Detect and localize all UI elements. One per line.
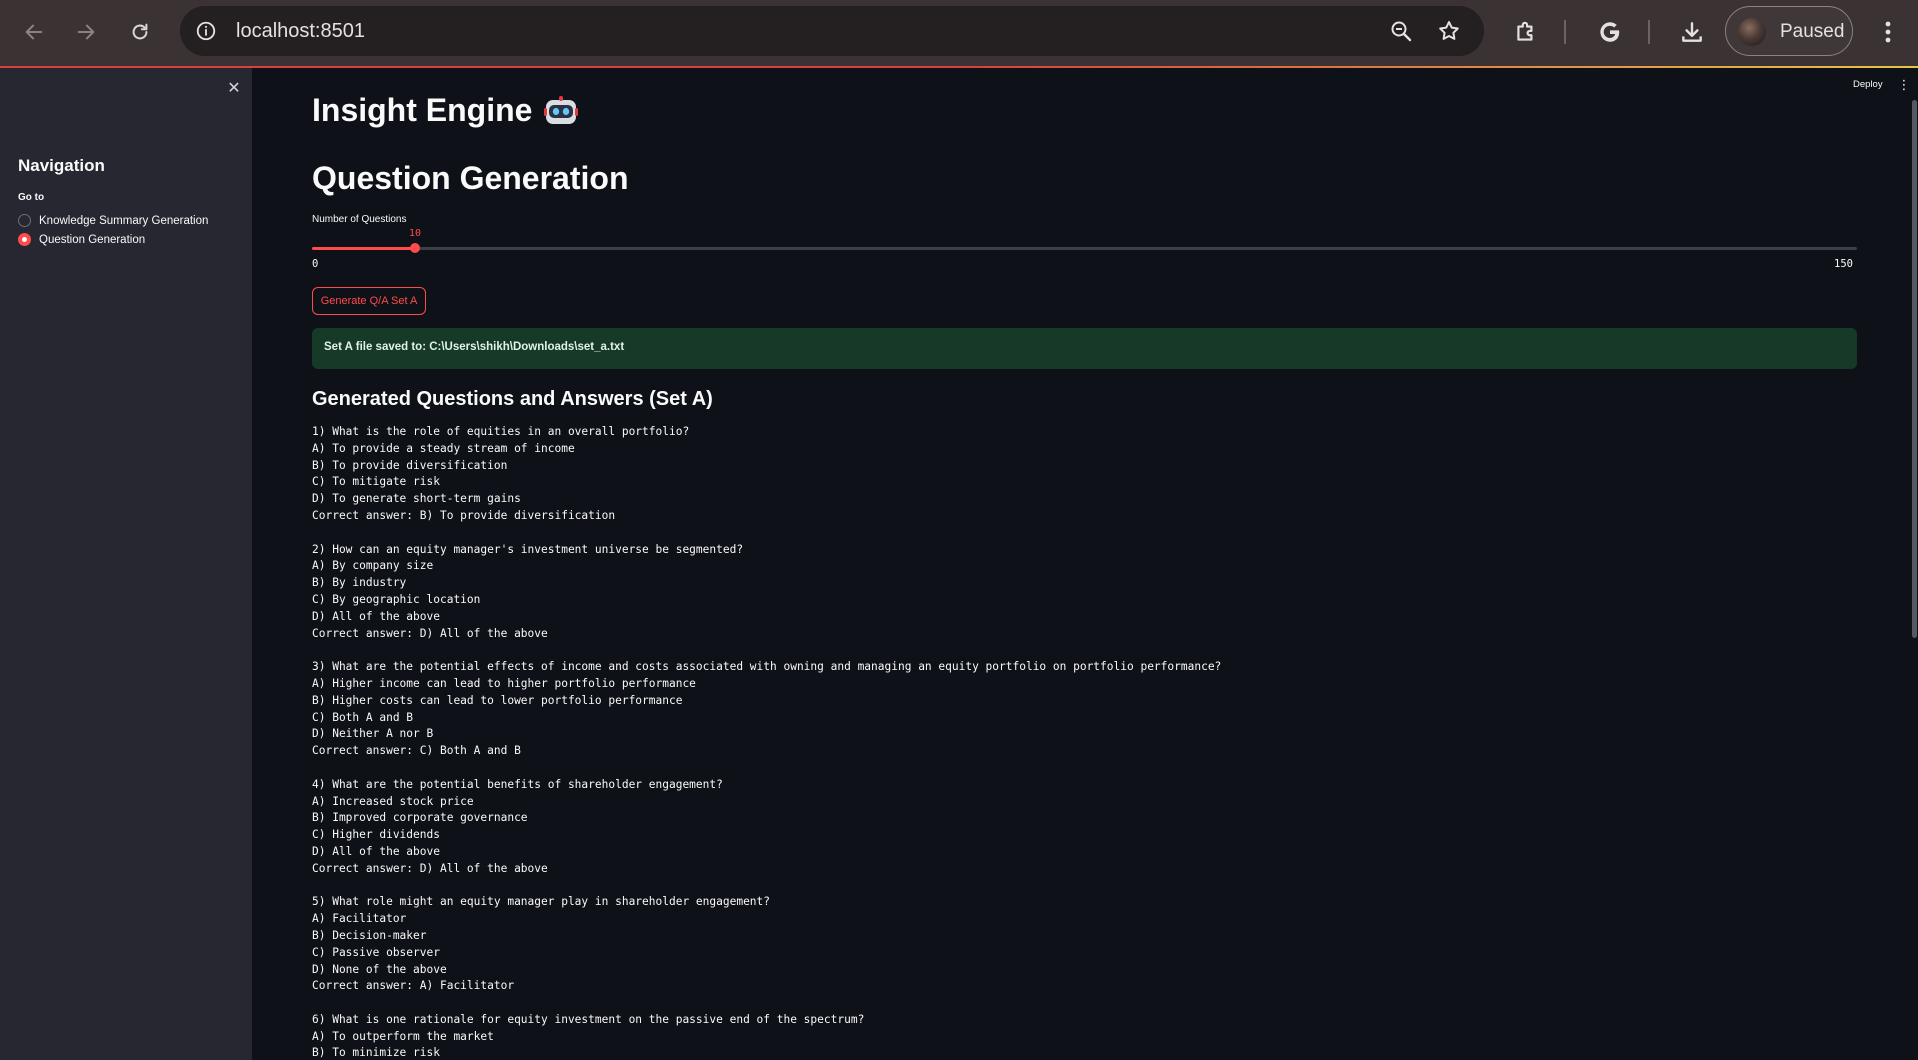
results-heading: Generated Questions and Answers (Set A) [312,388,713,410]
answer-option: A) To outperform the market [312,1029,494,1043]
url-text[interactable]: localhost:8501 [236,20,365,43]
answer-option: A) To provide a steady stream of income [312,441,575,455]
answer-option: A) Higher income can lead to higher port… [312,676,696,690]
loading-accent-bar [0,66,1918,68]
back-arrow-icon[interactable] [14,12,54,52]
forward-arrow-icon[interactable] [66,12,106,52]
radio-option-question-generation[interactable]: Question Generation [18,233,145,246]
slider-label: Number of Questions [312,214,407,225]
success-alert: Set A file saved to: C:\Users\shikh\Down… [312,328,1857,369]
address-bar[interactable]: localhost:8501 [180,6,1484,56]
answer-option: C) By geographic location [312,592,481,606]
answer-option: B) Higher costs can lead to lower portfo… [312,693,683,707]
avatar [1738,18,1766,46]
answer-option: C) Both A and B [312,710,414,724]
answer-option: D) To generate short-term gains [312,492,521,506]
page-title: Question Generation [312,160,629,196]
radio-option-label: Question Generation [39,233,146,246]
answer-option: A) By company size [312,559,434,573]
qa-item: 5) What role might an equity manager pla… [312,894,1872,995]
answer-option: C) Higher dividends [312,828,440,842]
profile-status: Paused [1780,21,1845,42]
correct-answer: Correct answer: D) All of the above [312,861,548,875]
zoom-icon[interactable] [1388,18,1414,44]
answer-option: C) Passive observer [312,945,440,959]
qa-output: 1) What is the role of equities in an ov… [312,424,1872,1060]
radio-option-label: Knowledge Summary Generation [39,214,209,227]
answer-option: D) None of the above [312,962,447,976]
question-text: 4) What are the potential benefits of sh… [312,777,723,791]
close-sidebar-icon[interactable]: ✕ [224,78,244,98]
radio-button-icon[interactable] [18,214,31,227]
qa-item: 1) What is the role of equities in an ov… [312,424,1872,525]
deploy-button[interactable]: Deploy [1853,79,1883,90]
generate-qa-set-a-button[interactable]: Generate Q/A Set A [312,287,426,315]
site-info-icon[interactable] [194,19,218,43]
bookmark-star-icon[interactable] [1436,18,1462,44]
radio-group-label: Go to [18,192,45,203]
qa-item: 3) What are the potential effects of inc… [312,659,1872,760]
slider-fill [312,247,415,250]
radio-option-knowledge-summary[interactable]: Knowledge Summary Generation [18,214,208,227]
answer-option: B) To minimize risk [312,1046,440,1060]
google-icon[interactable] [1592,14,1628,50]
toolbar-divider [1648,20,1650,44]
slider-value: 10 [409,228,422,239]
slider-max-label: 150 [1834,258,1853,270]
qa-item: 6) What is one rationale for equity inve… [312,1012,1872,1060]
answer-option: B) Decision-maker [312,928,427,942]
questions-slider[interactable]: 10 [312,228,1857,253]
question-text: 2) How can an equity manager's investmen… [312,542,744,556]
answer-option: A) Facilitator [312,912,407,926]
answer-option: A) Increased stock price [312,794,474,808]
answer-option: B) By industry [312,576,407,590]
toolbar-divider [1564,20,1566,44]
answer-option: D) All of the above [312,609,440,623]
correct-answer: Correct answer: B) To provide diversific… [312,508,616,522]
app-title-text: Insight Engine [312,92,533,128]
answer-option: B) To provide diversification [312,458,508,472]
success-message: Set A file saved to: C:\Users\shikh\Down… [324,341,625,353]
app-title: Insight Engine [312,92,579,129]
sidebar: ✕ Navigation Go to Knowledge Summary Gen… [0,68,252,1060]
menu-kebab-icon[interactable] [1874,14,1902,50]
profile-button[interactable]: Paused [1725,6,1853,56]
qa-item: 4) What are the potential benefits of sh… [312,777,1872,878]
extensions-icon[interactable] [1508,14,1544,50]
browser-toolbar: localhost:8501 Paused [0,0,1918,68]
answer-option: B) Improved corporate governance [312,811,528,825]
correct-answer: Correct answer: D) All of the above [312,626,548,640]
question-text: 3) What are the potential effects of inc… [312,660,1222,674]
slider-min-label: 0 [312,258,319,270]
reload-icon[interactable] [120,12,160,52]
sidebar-title: Navigation [18,156,105,175]
scrollbar-thumb[interactable] [1912,100,1917,638]
correct-answer: Correct answer: A) Facilitator [312,979,515,993]
qa-item: 2) How can an equity manager's investmen… [312,542,1872,643]
question-text: 5) What role might an equity manager pla… [312,895,771,909]
answer-option: D) All of the above [312,844,440,858]
answer-option: C) To mitigate risk [312,475,440,489]
answer-option: D) Neither A nor B [312,727,434,741]
radio-button-selected-icon[interactable] [18,233,31,246]
slider-thumb[interactable] [410,243,420,253]
question-text: 1) What is the role of equities in an ov… [312,425,690,438]
question-text: 6) What is one rationale for equity inve… [312,1012,865,1026]
correct-answer: Correct answer: C) Both A and B [312,744,521,758]
robot-face-icon [544,95,579,126]
download-icon[interactable] [1674,14,1710,50]
app-menu-icon[interactable]: ⋮ [1898,77,1911,92]
